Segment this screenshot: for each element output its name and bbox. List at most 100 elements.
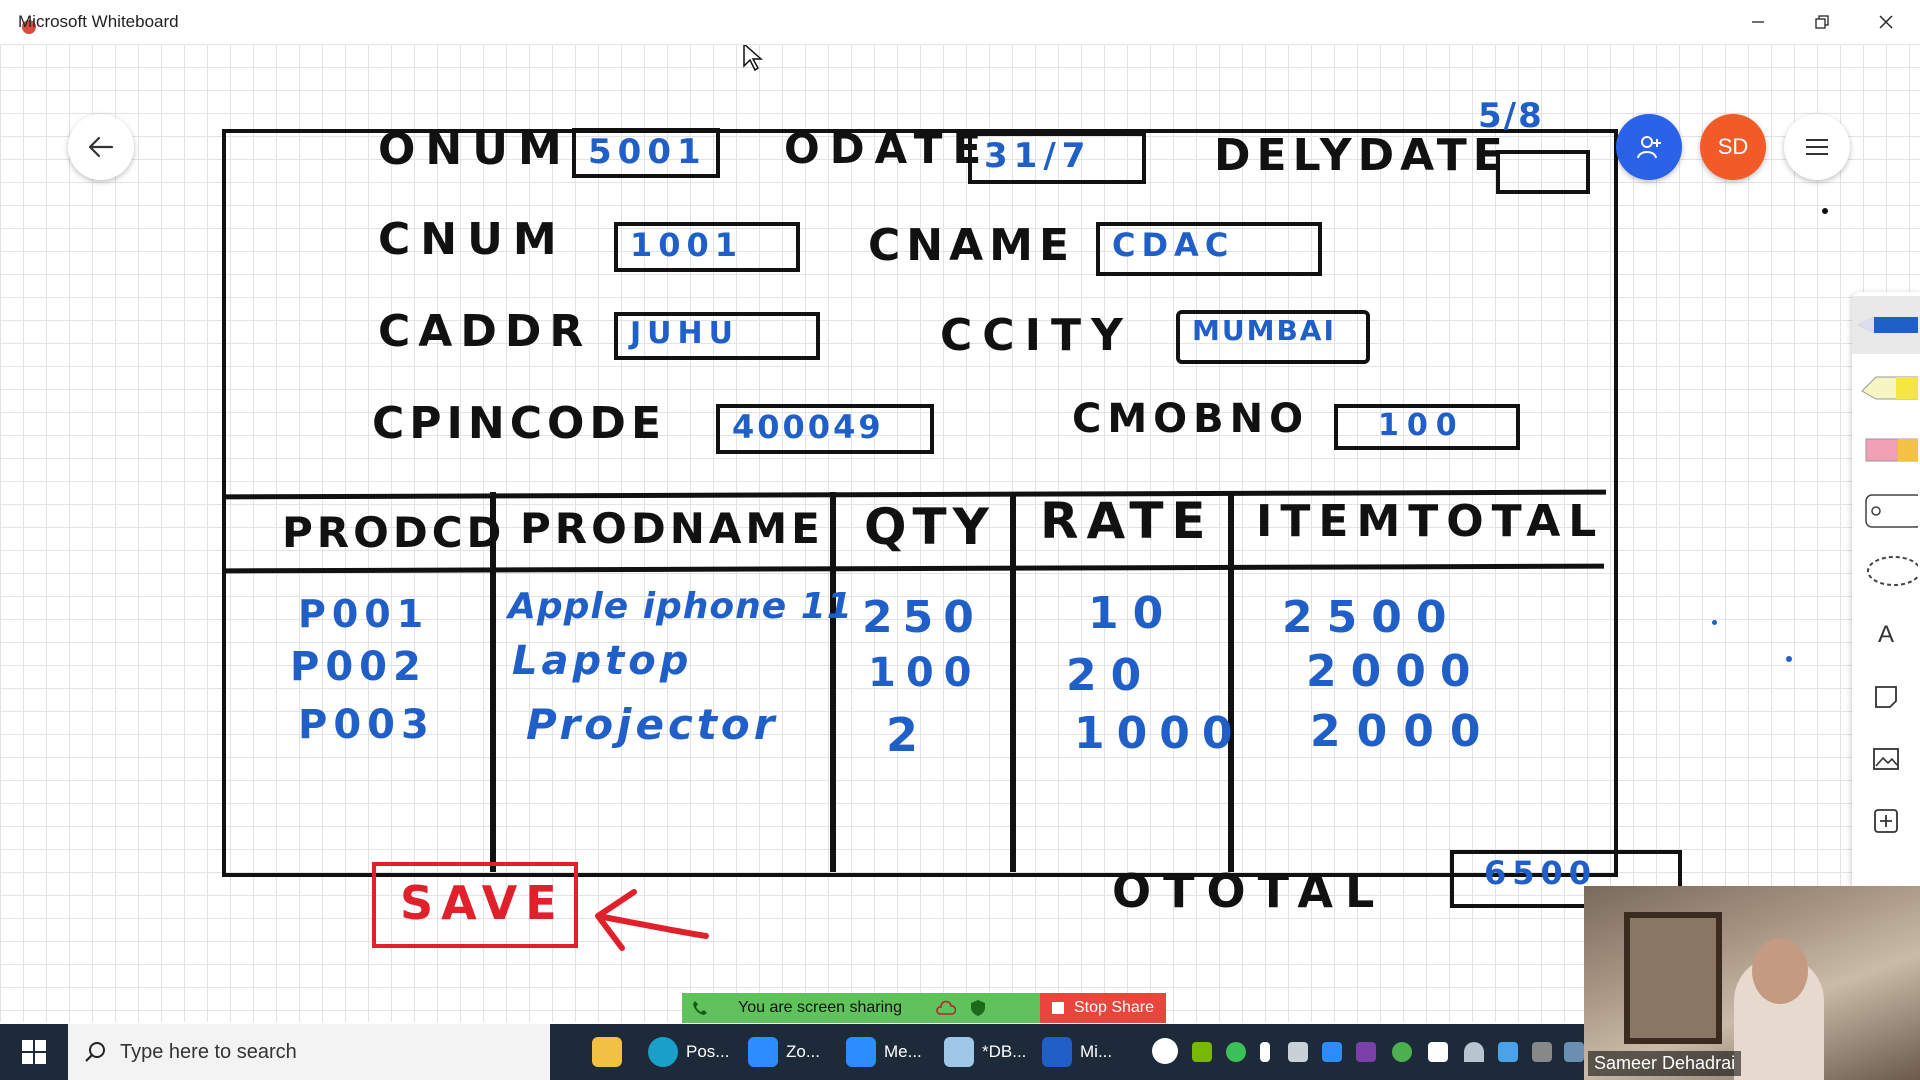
text-icon: A (1877, 621, 1894, 648)
cname-value: CDAC (1112, 226, 1235, 264)
start-button[interactable] (0, 1024, 68, 1080)
note-tool[interactable] (1852, 668, 1920, 726)
restore-icon (1815, 15, 1829, 29)
nvidia-icon[interactable] (1192, 1042, 1212, 1062)
cnum-field: 1001 (614, 222, 800, 272)
odate-value: 31/7 (984, 136, 1092, 176)
shield-tray-icon[interactable] (1428, 1042, 1448, 1062)
table-header-itemtotal: ITEMTOTAL (1256, 496, 1605, 547)
close-icon (1879, 15, 1893, 29)
table-cell: 250 (862, 592, 984, 643)
taskbar-app-label: Me... (884, 1042, 922, 1061)
eraser-icon (1865, 438, 1918, 462)
table-cell: 2000 (1310, 706, 1497, 757)
taskbar-app-edge[interactable]: Pos... (648, 1024, 729, 1080)
whiteboard-canvas[interactable]: ONUM 5001 ODATE 31/7 DELYDATE 5/8 CNUM 1… (0, 42, 1920, 1022)
screen-share-banner: You are screen sharing Stop Share (682, 993, 1166, 1023)
caddr-label: CADDR (378, 306, 592, 357)
ink-dot (1786, 656, 1792, 662)
close-window-button[interactable] (1856, 0, 1916, 44)
restore-button[interactable] (1792, 0, 1852, 44)
cnum-value: 1001 (630, 226, 744, 264)
odate-label: ODATE (784, 124, 992, 173)
delydate-field (1496, 150, 1590, 194)
table-col-divider (1010, 492, 1016, 872)
hamburger-icon (1806, 139, 1828, 155)
file-explorer-button[interactable] (592, 1024, 622, 1080)
back-button[interactable] (68, 114, 134, 180)
menu-button[interactable] (1784, 114, 1850, 180)
pen-tool[interactable] (1852, 296, 1920, 354)
notepad-icon (944, 1037, 974, 1067)
cloud-icon (936, 1000, 956, 1015)
chrome-icon[interactable] (1392, 1042, 1412, 1062)
table-header-prodcd: PRODCD (282, 508, 506, 557)
table-cell: P003 (298, 702, 435, 748)
highlighter-tool[interactable] (1852, 358, 1920, 416)
taskbar-app-meeting[interactable]: Me... (846, 1024, 922, 1080)
taskbar-app-db[interactable]: *DB... (944, 1024, 1026, 1080)
cpincode-label: CPINCODE (372, 398, 667, 449)
table-cell: Laptop (512, 638, 693, 684)
taskbar-app-zoom[interactable]: Zo... (748, 1024, 820, 1080)
shield-icon (970, 1000, 985, 1016)
table-header-qty: QTY (864, 498, 995, 556)
delydate-note: 5/8 (1478, 96, 1544, 136)
zoom-tray-icon[interactable] (1322, 1042, 1342, 1062)
wifi-icon[interactable] (1464, 1042, 1484, 1062)
tool-palette: A (1852, 292, 1920, 924)
cmobno-label: CMOBNO (1072, 396, 1310, 442)
ccity-field: MUMBAI (1176, 310, 1370, 364)
taskbar-app-label: Pos... (686, 1042, 730, 1061)
help-icon[interactable] (1152, 1038, 1178, 1064)
cpincode-field: 400049 (716, 404, 934, 454)
insert-tool[interactable] (1852, 792, 1920, 850)
participant-name: Sameer Dehadrai (1588, 1051, 1742, 1076)
image-tool[interactable] (1852, 730, 1920, 788)
table-cell: 20 (1066, 650, 1156, 701)
table-cell: 100 (868, 650, 982, 696)
webcam-video: Sameer Dehadrai (1584, 886, 1920, 1080)
taskbar-app-label: Mi... (1080, 1042, 1113, 1061)
phone-icon (693, 1001, 707, 1015)
eraser-tool[interactable] (1852, 420, 1920, 478)
zoom-meeting-icon (846, 1037, 876, 1067)
onum-value: 5001 (588, 132, 707, 172)
ccity-label: CCITY (940, 310, 1133, 361)
microphone-icon[interactable] (1260, 1042, 1270, 1062)
ruler-tool[interactable] (1852, 482, 1920, 540)
whiteboard-icon (1042, 1037, 1072, 1067)
lasso-icon (1867, 556, 1918, 586)
minimize-button[interactable] (1728, 0, 1788, 44)
invite-button[interactable] (1616, 114, 1682, 180)
taskbar-search[interactable]: Type here to search (68, 1024, 550, 1080)
lasso-tool[interactable] (1852, 544, 1920, 602)
share-status-text: You are screen sharing (738, 999, 902, 1016)
search-placeholder: Type here to search (120, 1040, 297, 1063)
arrow-left-icon (88, 136, 114, 158)
snowflake-icon[interactable] (1498, 1042, 1518, 1062)
security-icon[interactable] (1226, 1042, 1246, 1062)
odate-field: 31/7 (968, 132, 1146, 184)
user-avatar[interactable]: SD (1700, 114, 1766, 180)
onenote-icon[interactable] (1356, 1042, 1376, 1062)
camera-icon[interactable] (1288, 1042, 1308, 1062)
taskbar-app-whiteboard[interactable]: Mi... (1042, 1024, 1112, 1080)
table-header-rate: RATE (1040, 492, 1214, 550)
zoom-icon (748, 1037, 778, 1067)
window-title: Microsoft Whiteboard (18, 12, 179, 31)
stop-share-label: Stop Share (1073, 999, 1155, 1016)
table-cell: Apple iphone 11 (508, 586, 853, 627)
stop-share-button[interactable]: Stop Share (1040, 993, 1166, 1023)
display-icon[interactable] (1532, 1042, 1552, 1062)
cpincode-value: 400049 (732, 408, 884, 446)
table-cell: 2 (886, 708, 929, 762)
table-header-prodname: PRODNAME (520, 504, 824, 553)
save-label: SAVE (400, 876, 565, 930)
network-icon[interactable] (1564, 1042, 1584, 1062)
wall-frame (1624, 912, 1722, 1044)
text-tool[interactable]: A (1852, 606, 1920, 664)
pen-icon (1858, 317, 1918, 333)
onum-label: ONUM (378, 124, 572, 175)
caddr-value: JUHU (630, 316, 739, 351)
